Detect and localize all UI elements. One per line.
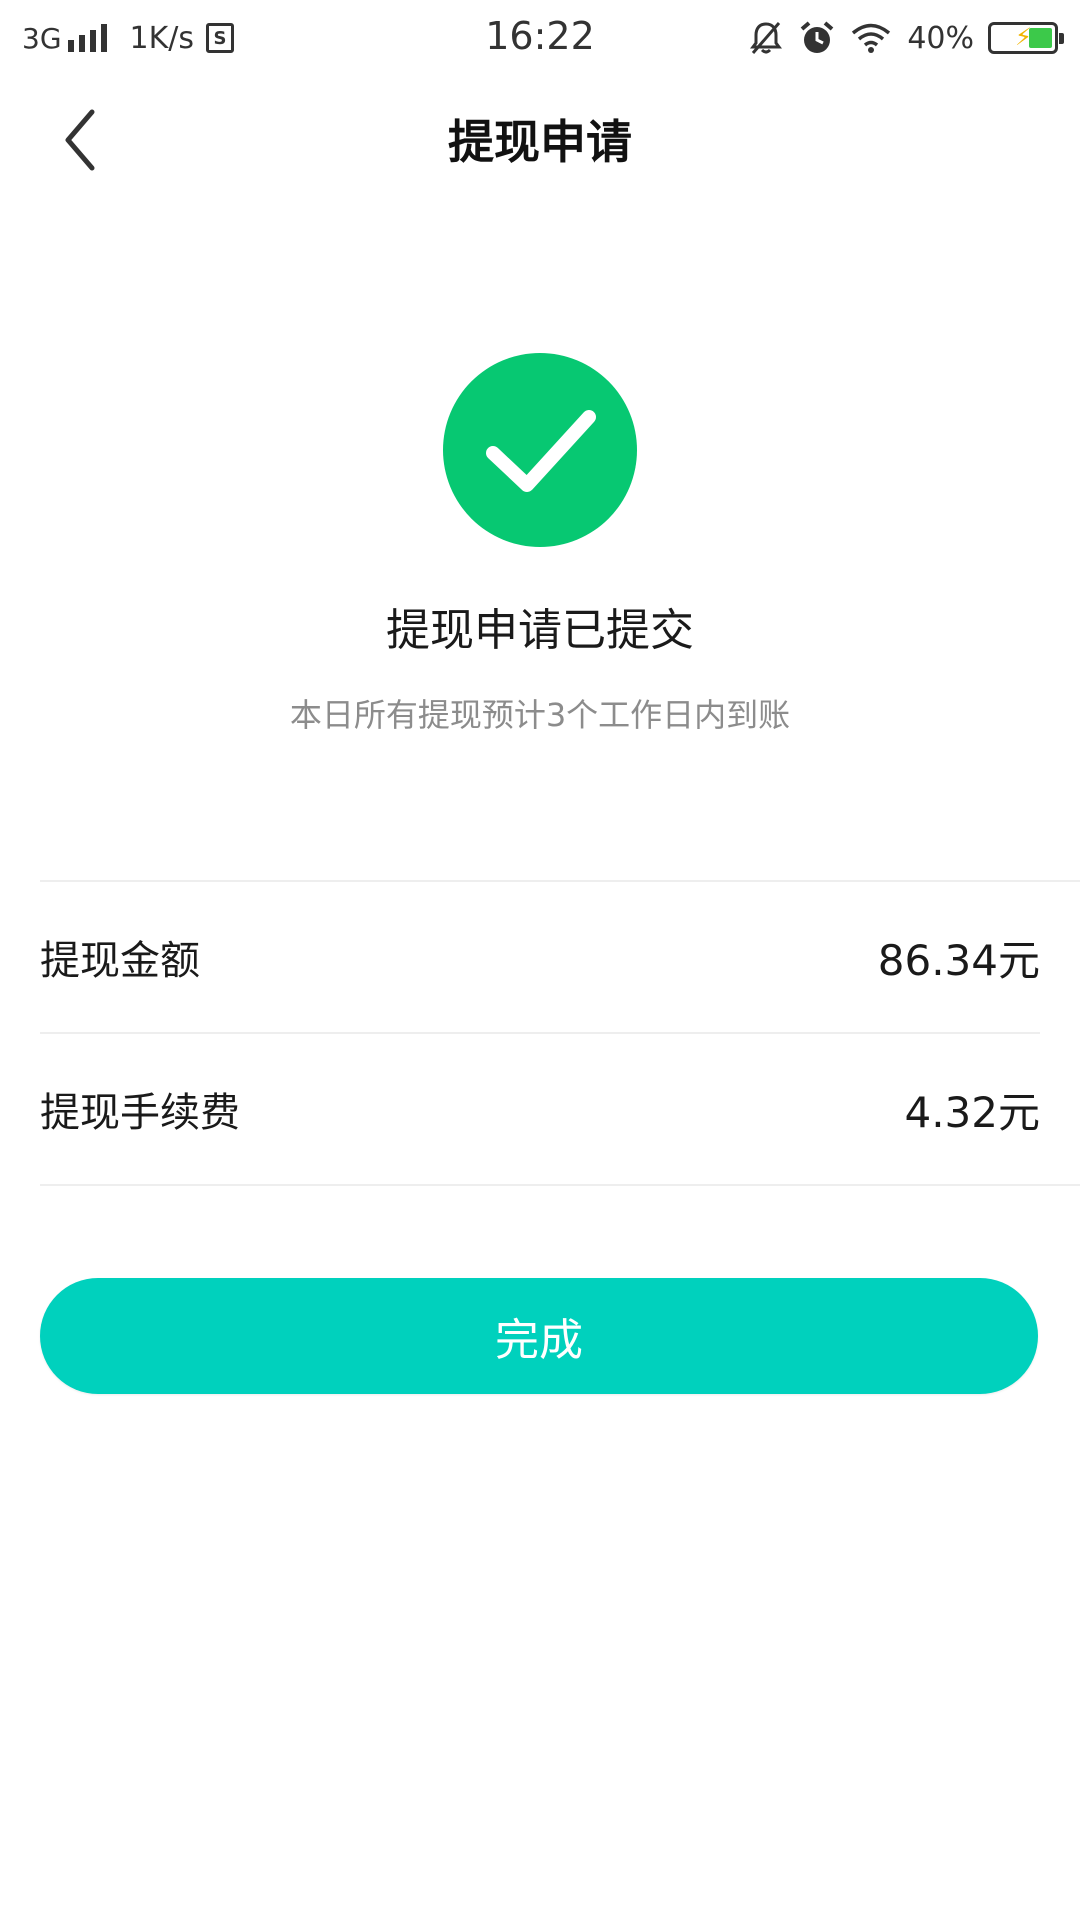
done-button[interactable]: 完成 [40, 1278, 1038, 1394]
battery-fill [1029, 28, 1052, 48]
charging-icon: ⚡ [1015, 23, 1032, 51]
fee-label: 提现手续费 [40, 1090, 240, 1136]
amount-label: 提现金额 [40, 938, 200, 984]
check-icon [486, 410, 596, 492]
status-right: 40% ⚡ [749, 16, 1064, 60]
success-description: 本日所有提现预计3个工作日内到账 [289, 696, 791, 734]
success-badge [443, 353, 637, 547]
detail-row-fee: 提现手续费 4.32元 [40, 1034, 1040, 1184]
battery-percent: 40% [907, 20, 974, 56]
nav-bar: 提现申请 [0, 76, 1080, 206]
detail-row-amount: 提现金额 86.34元 [40, 882, 1040, 1032]
status-bar: 3G 1K/s S 16:22 40% ⚡ [0, 0, 1080, 76]
amount-value: 86.34元 [877, 935, 1040, 985]
battery-icon: ⚡ [988, 22, 1064, 54]
success-title: 提现申请已提交 [386, 605, 694, 656]
fee-value: 4.32元 [904, 1087, 1040, 1137]
wifi-icon [852, 23, 891, 53]
alarm-icon [801, 21, 834, 53]
divider-bottom [40, 1184, 1080, 1186]
mute-icon [750, 22, 783, 54]
page-title: 提现申请 [448, 115, 632, 169]
